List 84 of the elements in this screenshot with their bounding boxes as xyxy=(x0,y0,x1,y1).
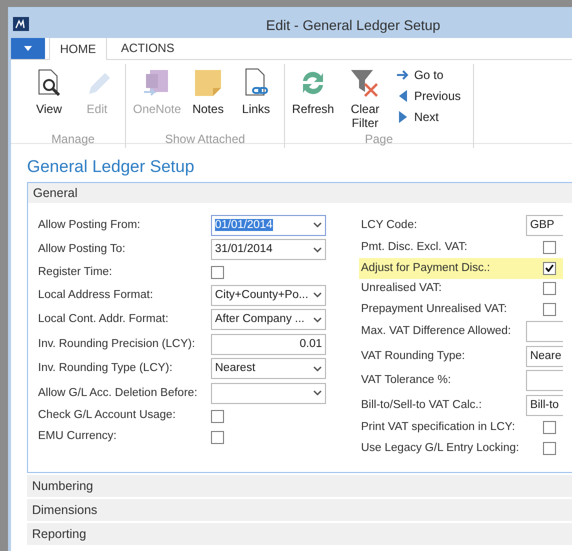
ribbon-tab[interactable]: HOME xyxy=(49,37,107,60)
chevron-down-icon xyxy=(313,222,322,228)
sticky-note-icon xyxy=(194,68,222,98)
field-value: 0.01 xyxy=(300,338,322,350)
caret-icon xyxy=(24,46,32,50)
field-value: Nearest xyxy=(215,362,256,374)
checkbox[interactable] xyxy=(543,302,556,316)
chevron-down-icon xyxy=(313,292,322,298)
field-label: Allow Posting From: xyxy=(38,218,142,233)
input-field[interactable] xyxy=(526,321,563,342)
field-label: VAT Tolerance %: xyxy=(361,373,452,388)
chevron-down-icon xyxy=(313,366,322,372)
field-value: 31/01/2014 xyxy=(215,243,273,256)
input-field[interactable]: GBP xyxy=(526,214,563,236)
field-label: Allow G/L Acc. Deletion Before: xyxy=(38,386,198,401)
checkbox[interactable] xyxy=(543,282,556,296)
ribbon-button[interactable]: Previous xyxy=(397,86,461,105)
ribbon-tab[interactable]: ACTIONS xyxy=(111,37,184,59)
dropdown-field[interactable]: City+County+Po... xyxy=(211,284,326,306)
ribbon-button[interactable]: Notes xyxy=(184,64,232,116)
field-label: Inv. Rounding Precision (LCY): xyxy=(38,336,196,352)
right-triangle-icon xyxy=(398,110,408,122)
input-field[interactable] xyxy=(526,370,563,392)
section-header[interactable]: Numbering xyxy=(27,475,572,497)
window-title: Edit - General Ledger Setup xyxy=(266,16,440,35)
right-arrow-icon xyxy=(397,70,410,80)
field-label: Local Cont. Addr. Format: xyxy=(38,312,170,328)
dropdown-field[interactable]: Nearest xyxy=(211,358,326,380)
ribbon-group-label: Manage xyxy=(51,131,95,148)
ribbon-button[interactable]: Refresh xyxy=(289,64,338,116)
field-value: Bill-to xyxy=(530,398,559,413)
input-field[interactable]: 0.01 xyxy=(211,334,326,355)
field-label: Use Legacy G/L Entry Locking: xyxy=(361,440,520,456)
field-label: Bill-to/Sell-to VAT Calc.: xyxy=(361,398,483,413)
field-label: Prepayment Unrealised VAT: xyxy=(361,302,508,317)
field-label: Local Address Format: xyxy=(38,288,154,303)
chevron-down-icon xyxy=(313,316,322,323)
field-label: LCY Code: xyxy=(361,218,418,233)
field-label: Inv. Rounding Type (LCY): xyxy=(38,361,174,376)
section-header[interactable]: General xyxy=(28,183,572,203)
field-label: Max. VAT Difference Allowed: xyxy=(361,324,512,340)
checkbox[interactable] xyxy=(211,430,224,444)
checkbox[interactable] xyxy=(211,410,224,422)
field-label: Check G/L Account Usage: xyxy=(38,408,177,424)
ribbon-group-label: Show Attached xyxy=(164,131,246,148)
field-label: EMU Currency: xyxy=(38,429,118,444)
field-label: Print VAT specification in LCY: xyxy=(361,420,516,436)
chevron-down-icon xyxy=(313,390,322,396)
field-value: GBP xyxy=(530,218,554,233)
checkbox[interactable] xyxy=(543,262,556,275)
ribbon-button[interactable]: Next xyxy=(397,107,461,126)
ribbon-button[interactable]: Go to xyxy=(397,65,461,84)
checkbox[interactable] xyxy=(211,266,224,279)
left-triangle-icon xyxy=(398,90,408,102)
checkbox[interactable] xyxy=(543,421,556,434)
check-icon xyxy=(545,264,554,272)
field-label: VAT Rounding Type: xyxy=(361,348,466,364)
ribbon-button[interactable]: Links xyxy=(232,64,280,116)
field-value: City+County+Po... xyxy=(215,288,308,301)
page-title: General Ledger Setup xyxy=(27,156,196,178)
field-label: Adjust for Payment Disc.: xyxy=(361,260,492,276)
ribbon-group-label: Page xyxy=(364,131,393,148)
input-field[interactable]: Neare xyxy=(526,346,563,367)
ribbon-button[interactable]: View xyxy=(25,64,73,116)
field-value: After Company ... xyxy=(215,313,304,326)
field-label: Pmt. Disc. Excl. VAT: xyxy=(361,240,468,256)
checkbox[interactable] xyxy=(543,442,556,455)
dropdown-field[interactable] xyxy=(211,382,326,404)
field-label: Register Time: xyxy=(38,264,114,280)
dropdown-field[interactable]: 01/01/2014 xyxy=(211,214,326,236)
field-value: 01/01/2014 xyxy=(215,218,273,231)
field-label: Allow Posting To: xyxy=(38,242,126,258)
menu-dropdown-button[interactable] xyxy=(11,37,45,59)
dropdown-field[interactable]: After Company ... xyxy=(211,309,326,330)
section-header[interactable]: Dimensions xyxy=(27,499,572,521)
field-label: Unrealised VAT: xyxy=(361,281,443,296)
input-field[interactable]: Bill-to xyxy=(526,394,563,416)
ribbon-button[interactable]: Clear Filter xyxy=(337,64,394,130)
app-logo-icon xyxy=(13,17,29,31)
section-header[interactable]: Reporting xyxy=(27,523,572,545)
checkbox[interactable] xyxy=(543,241,556,254)
dropdown-field[interactable]: 31/01/2014 xyxy=(211,239,326,260)
chevron-down-icon xyxy=(313,246,322,253)
field-value: Neare xyxy=(530,348,562,364)
